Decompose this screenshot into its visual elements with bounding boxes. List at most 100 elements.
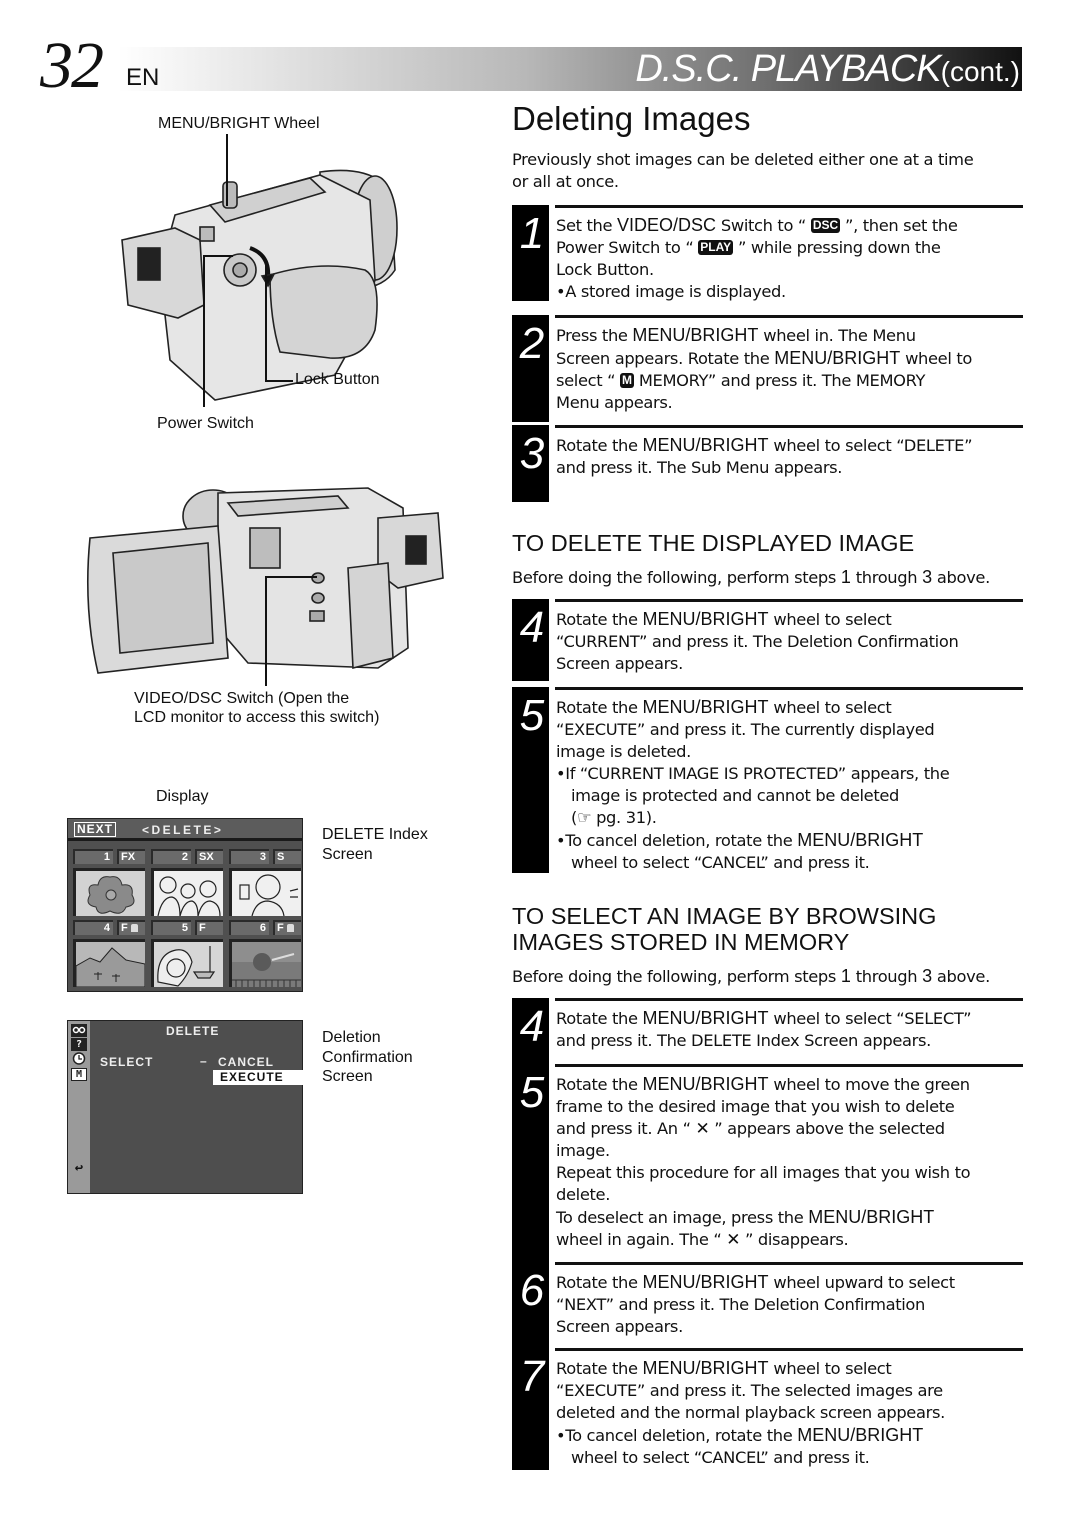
text: Rotate the (556, 436, 643, 455)
control-name: MENU/BRIGHT (797, 830, 924, 850)
text: •To cancel deletion, rotate the (556, 1426, 798, 1445)
step-line: deleted and the normal playback screen a… (556, 1402, 1023, 1424)
text: image is deleted. (556, 742, 691, 761)
control-name: MENU/BRIGHT (642, 1358, 769, 1378)
step-line: and press it. The Sub Menu appears. (556, 457, 1023, 479)
control-name: MENU/BRIGHT (642, 609, 769, 629)
thumbnail-image-mountains (73, 939, 145, 987)
text: Screen appears. Rotate the (556, 349, 775, 368)
next-button[interactable]: NEXT (74, 822, 117, 837)
text: ”, then set the (840, 216, 958, 235)
thumbnail-number: 2 (151, 849, 191, 864)
step-number: 7 (519, 1352, 545, 1401)
step-divider (555, 315, 1023, 318)
step-number: 1 (519, 209, 545, 258)
step-line: “EXECUTE” and press it. The selected ima… (556, 1380, 1023, 1402)
text: •A stored image is displayed. (556, 282, 786, 301)
control-name: MENU/BRIGHT (797, 1425, 924, 1445)
camcorder-lcd-open-illustration (86, 487, 444, 674)
step-number: 4 (519, 603, 545, 652)
step-line: and press it. The DELETE Index Screen ap… (556, 1030, 1023, 1052)
text: Switch to “ (716, 216, 811, 235)
text: MEMORY” and press it. The MEMORY (634, 371, 926, 390)
dsc-mode-icon: DSC (810, 218, 841, 233)
control-name: MENU/BRIGHT (642, 1074, 769, 1094)
step-line: Rotate the MENU/BRIGHT wheel to select “… (556, 434, 1023, 457)
step-reference: 1 (840, 567, 851, 587)
execute-option[interactable]: EXECUTE (213, 1070, 304, 1085)
text: ” disappears. (740, 1230, 849, 1249)
text: Menu appears. (556, 393, 673, 412)
text: •If “CURRENT IMAGE IS PROTECTED” appears… (556, 764, 950, 783)
thumbnail-image-woman-hat (151, 939, 223, 987)
step-line: Power Switch to “ PLAY ” while pressing … (556, 237, 1023, 259)
caption-confirmation-2: Confirmation (322, 1049, 413, 1066)
tape-icon[interactable] (71, 1024, 87, 1037)
text: Set the (556, 216, 618, 235)
text: Rotate the (556, 1009, 643, 1028)
control-name: MENU/BRIGHT (642, 435, 769, 455)
clock-icon[interactable] (71, 1052, 87, 1065)
leader-line-power-h (203, 255, 233, 257)
text: Screen appears. (556, 1317, 683, 1336)
text: To deselect an image, press the (556, 1208, 809, 1227)
step-line: Lock Button. (556, 259, 1023, 281)
text: wheel to select “DELETE” (768, 436, 973, 455)
step-divider (555, 687, 1023, 690)
step-text: Rotate the MENU/BRIGHT wheel to select “C… (556, 608, 1023, 675)
step-4-browse: 4 Rotate the MENU/BRIGHT wheel to select … (512, 998, 1023, 1064)
text: wheel to select “CANCEL” and press it. (571, 853, 870, 872)
step-line: image is deleted. (556, 741, 1023, 763)
step-number: 3 (519, 429, 545, 478)
section-note-browse: Before doing the following, perform step… (512, 965, 990, 988)
thumbnail-image-woman-drink (229, 868, 301, 916)
step-reference: 3 (922, 567, 933, 587)
text: ” while pressing down the (733, 238, 941, 257)
section-note-current: Before doing the following, perform step… (512, 566, 990, 589)
menu-icon-sidebar: ? M ↩ (68, 1021, 90, 1193)
camera-question-icon[interactable]: ? (71, 1038, 87, 1051)
section-heading-browse-1: TO SELECT AN IMAGE BY BROWSING (512, 903, 937, 929)
return-icon[interactable]: ↩ (71, 1161, 87, 1175)
step-line: wheel in again. The “ ✕ ” disappears. (556, 1229, 1023, 1251)
step-line: wheel to select “CANCEL” and press it. (556, 1447, 1023, 1469)
step-6-browse: 6 Rotate the MENU/BRIGHT wheel upward to … (512, 1262, 1023, 1348)
text: wheel in. The Menu (758, 326, 916, 345)
step-text: Rotate the MENU/BRIGHT wheel to move the… (556, 1073, 1023, 1251)
section-heading-browse-2: IMAGES STORED IN MEMORY (512, 929, 850, 955)
thumbnail-number: 5 (151, 920, 191, 935)
m-mode-icon: M (620, 373, 635, 388)
step-line: Screen appears. Rotate the MENU/BRIGHT w… (556, 347, 1023, 370)
step-line: Rotate the MENU/BRIGHT wheel to move the… (556, 1073, 1023, 1096)
caption-delete-index-1: DELETE Index (322, 826, 428, 843)
step-line: delete. (556, 1184, 1023, 1206)
thumbnail-quality: SX (195, 849, 223, 864)
text: wheel in again. The “ (556, 1230, 727, 1249)
section-title: D.S.C. PLAYBACK(cont.) (635, 46, 1020, 95)
step-number: 5 (519, 691, 545, 740)
text: Power Switch to “ (556, 238, 699, 257)
step-line: Rotate the MENU/BRIGHT wheel to select (556, 608, 1023, 631)
leader-line-lock (265, 265, 267, 382)
step-line: select “ M MEMORY” and press it. The MEM… (556, 370, 1023, 392)
memory-icon[interactable]: M (71, 1068, 87, 1081)
thumbnail-quality: S (273, 849, 301, 864)
control-name: MENU/BRIGHT (642, 697, 769, 717)
step-line: (☞ pg. 31). (556, 807, 1023, 829)
text: Rotate the (556, 610, 643, 629)
protect-lock-icon (286, 924, 294, 932)
step-divider (555, 205, 1023, 208)
control-name: VIDEO/DSC (617, 215, 717, 235)
control-name: MENU/BRIGHT (774, 348, 901, 368)
step-line: Rotate the MENU/BRIGHT wheel upward to s… (556, 1271, 1023, 1294)
step-4-current: 4 Rotate the MENU/BRIGHT wheel to select “… (512, 599, 1023, 681)
text: wheel to select (768, 610, 892, 629)
cancel-option[interactable]: CANCEL (218, 1055, 274, 1069)
label-lock-button: Lock Button (295, 371, 380, 388)
play-mode-icon: PLAY (698, 240, 734, 255)
step-text: Rotate the MENU/BRIGHT wheel to select “E… (556, 1357, 1023, 1469)
step-text: Set the VIDEO/DSC Switch to “ DSC ”, the… (556, 214, 1023, 303)
label-video-dsc-switch-1: VIDEO/DSC Switch (Open the (134, 690, 350, 707)
text: image is protected and cannot be deleted (571, 786, 900, 805)
leader-line-power (203, 255, 205, 407)
